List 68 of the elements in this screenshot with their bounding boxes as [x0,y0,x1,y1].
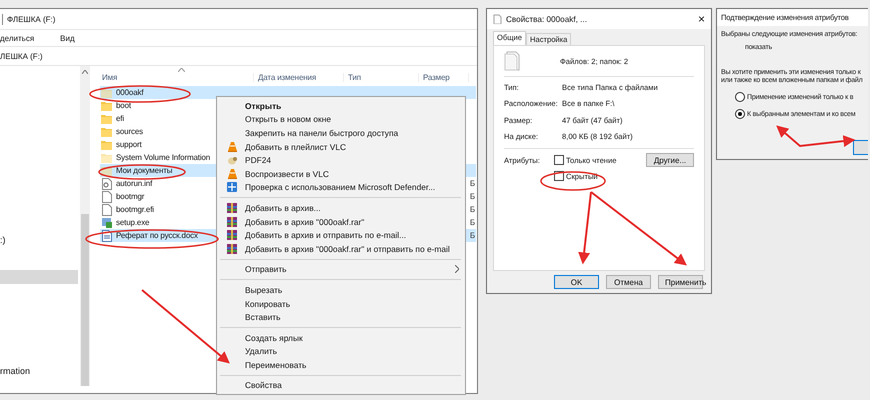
menu-item[interactable]: Добавить в плейлист VLC [217,140,465,154]
menu-item[interactable]: Копировать [217,296,465,310]
radio-button[interactable] [735,109,745,119]
menu-item[interactable]: Закрепить на панели быстрого доступа [217,126,465,140]
menu-item[interactable]: Добавить в архив... [217,201,465,215]
menu-item[interactable]: Добавить в архив и отправить по e-mail... [217,228,465,242]
archive-icon [227,244,237,254]
file-name[interactable]: bootmgr.efi [116,205,154,214]
close-button[interactable]: × [698,12,705,26]
file-name[interactable]: efi [116,114,124,123]
address-path[interactable]: ЛЕШКА (F:) [0,52,43,60]
column-header[interactable]: Размер [419,72,469,82]
menu-item[interactable]: Воспроизвести в VLC [217,166,465,181]
file-name[interactable]: bootmgr [116,192,144,201]
menu-item[interactable]: Добавить в архив "000oakf.rar" [217,214,465,228]
scrollbar[interactable] [80,66,90,386]
menu-item[interactable]: Открыть в новом окне [217,112,465,126]
menu-item[interactable]: Переименовать [217,358,465,372]
file-size: Б [470,179,475,188]
menu-item[interactable]: Свойства [217,378,465,392]
menu-item[interactable]: Проверка с использованием Microsoft Defender... [217,180,465,194]
menu-item[interactable]: Вырезать [217,283,465,297]
sort-caret-icon [178,68,185,72]
archive-icon [227,216,237,227]
caret-up-icon[interactable] [82,70,88,74]
file-name[interactable]: support [116,140,142,149]
radio-button[interactable] [735,92,745,102]
archive-icon [227,230,237,240]
other-button[interactable]: Другие... [646,153,694,167]
nav-item[interactable]: rmation [0,364,78,378]
file-name[interactable]: System Volume Information [116,153,210,162]
column-header[interactable]: Тип [344,72,419,82]
dialog-button[interactable]: Отмена [606,275,651,289]
column-header[interactable]: Имя [98,72,254,82]
menu-item[interactable]: Открыть [217,99,465,113]
menu-item[interactable]: Создать ярлык [217,330,465,344]
file-name[interactable]: setup.exe [116,218,150,227]
file-name[interactable]: Реферат по русск.docx [116,231,198,240]
shield-icon [227,182,237,192]
file-stack-icon [493,14,502,24]
file-name[interactable]: autorun.inf [116,179,152,188]
file-size: Б [470,192,475,201]
file-size: Б [470,231,475,240]
ribbon-tab[interactable]: Вид [60,34,75,42]
chevron-right-icon [455,265,459,274]
file-name[interactable]: Мои документы [116,166,172,175]
menu-item[interactable]: Добавить в архив "000oakf.rar" и отправить по e-mail [217,242,465,256]
file-stack-icon [504,51,520,71]
column-header[interactable]: Дата изменения [254,72,344,82]
ok-button[interactable] [853,140,868,155]
traffic-cone-icon [228,168,236,179]
archive-icon [227,202,237,213]
menu-item[interactable]: Вставить [217,310,465,324]
file-size: Б [470,205,475,214]
menu-item[interactable]: PDF24 [217,153,465,167]
highlight-ellipse [540,171,606,191]
file-name[interactable]: sources [116,127,143,136]
file-name[interactable]: boot [116,101,131,110]
file-name[interactable]: 000oakf [116,88,144,97]
menu-item[interactable]: Отправить [217,262,465,276]
menu-item[interactable]: Удалить [217,344,465,358]
file-size: Б [470,218,475,227]
window-title: ФЛЕШКА (F:) [7,14,56,24]
traffic-cone-icon [228,142,236,152]
dialog-button[interactable]: OK [554,275,599,289]
dialog-title: Свойства: 000oakf, ... [506,14,588,24]
ribbon-tab[interactable]: делиться [0,34,34,42]
nav-item[interactable]: :) [0,233,78,247]
